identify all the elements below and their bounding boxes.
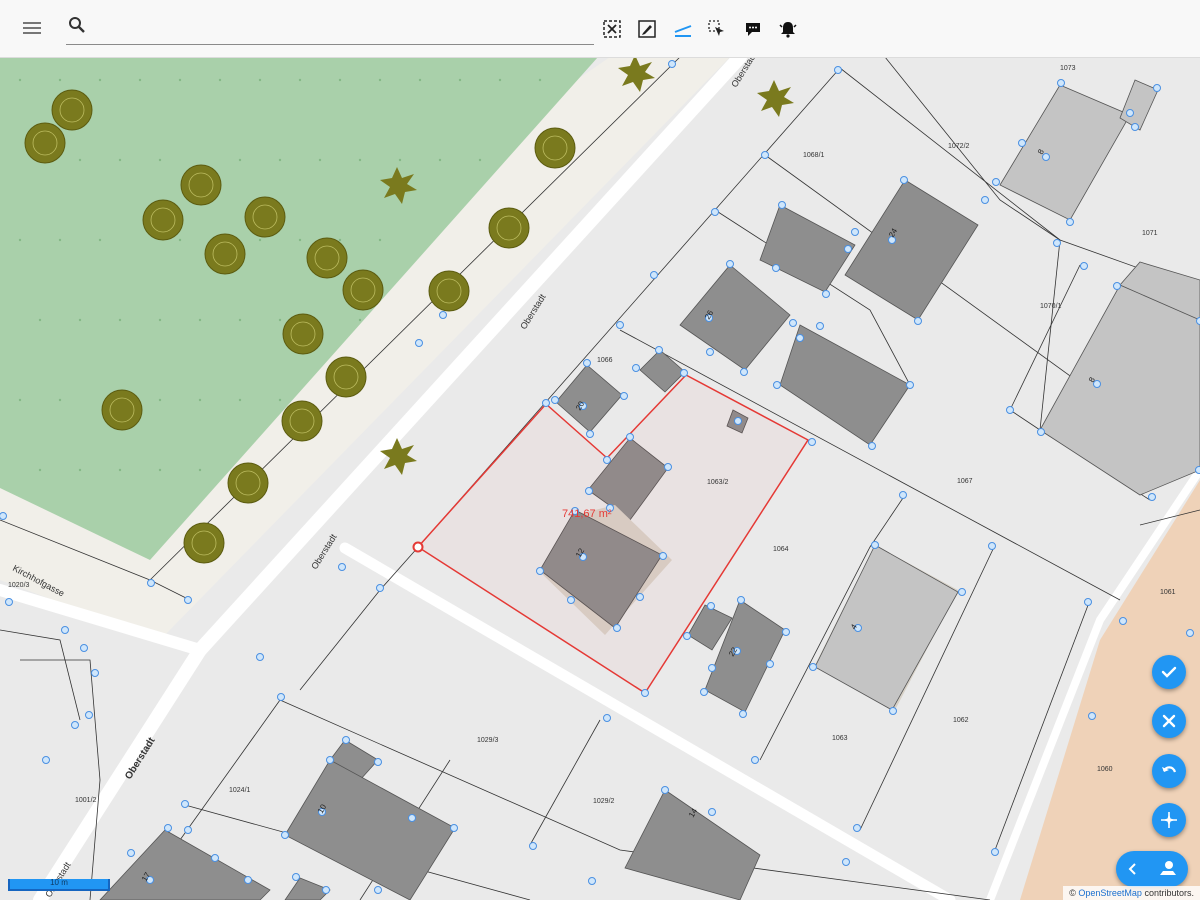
parcel-label-1064: 1064 [773, 546, 789, 553]
parcel-label-1020-3: 1020/3 [8, 582, 30, 589]
close-icon [1162, 714, 1176, 728]
select-cursor-icon[interactable] [704, 16, 730, 42]
parcel-label-1067: 1067 [957, 478, 973, 485]
osm-link[interactable]: OpenStreetMap [1078, 888, 1142, 898]
scale-bar: 10 m [8, 878, 110, 891]
parcel-label-1061: 1061 [1160, 589, 1176, 596]
parcel-label-1060: 1060 [1097, 766, 1113, 773]
attribution-prefix: © [1069, 888, 1076, 898]
measure-line-icon[interactable] [670, 16, 696, 42]
layer-panel-toggle[interactable] [1116, 851, 1188, 887]
confirm-button[interactable] [1152, 655, 1186, 689]
parcel-label-1029-3: 1029/3 [477, 737, 499, 744]
parcel-label-1066: 1066 [597, 357, 613, 364]
top-toolbar [0, 0, 1200, 58]
parcel-label-1001-2: 1001/2 [75, 797, 97, 804]
cancel-button[interactable] [1152, 704, 1186, 738]
parcel-label-1070-1: 1070/1 [1040, 303, 1062, 310]
selection-start-vertex[interactable] [412, 541, 424, 553]
snap-icon [1161, 812, 1177, 828]
search-icon[interactable] [68, 16, 86, 39]
parcel-label-1072-2: 1072/2 [948, 143, 970, 150]
edit-icon[interactable] [634, 16, 660, 42]
selection-area-label: 741,67 m² [562, 508, 612, 520]
search-input[interactable] [94, 16, 588, 40]
parcel-label-1063: 1063 [832, 735, 848, 742]
check-icon [1161, 666, 1177, 678]
alarm-bell-icon[interactable] [775, 16, 801, 42]
parcel-label-1024-1: 1024/1 [229, 787, 251, 794]
layers-icon [1159, 861, 1176, 875]
map-canvas[interactable]: Oberstadt Oberstadt Oberstadt Oberstadt … [0, 57, 1200, 900]
attribution-suffix: contributors. [1144, 888, 1194, 898]
snap-button[interactable] [1152, 803, 1186, 837]
parcel-label-1062: 1062 [953, 717, 969, 724]
menu-icon[interactable] [19, 15, 45, 41]
parcel-label-1063-2: 1063/2 [707, 479, 729, 486]
parcel-label-1073: 1073 [1060, 65, 1076, 72]
map-attribution: © OpenStreetMap contributors. [1063, 886, 1200, 900]
parcel-label-1029-2: 1029/2 [593, 798, 615, 805]
undo-button[interactable] [1152, 754, 1186, 788]
comment-icon[interactable] [740, 16, 766, 42]
undo-icon [1162, 766, 1177, 773]
search-box [66, 12, 594, 45]
scale-label: 10 m [50, 878, 68, 887]
parcel-label-1071: 1071 [1142, 230, 1158, 237]
chevron-left-icon [1128, 863, 1136, 875]
parcel-label-1068-1: 1068/1 [803, 152, 825, 159]
frame-select-icon[interactable] [599, 16, 625, 42]
